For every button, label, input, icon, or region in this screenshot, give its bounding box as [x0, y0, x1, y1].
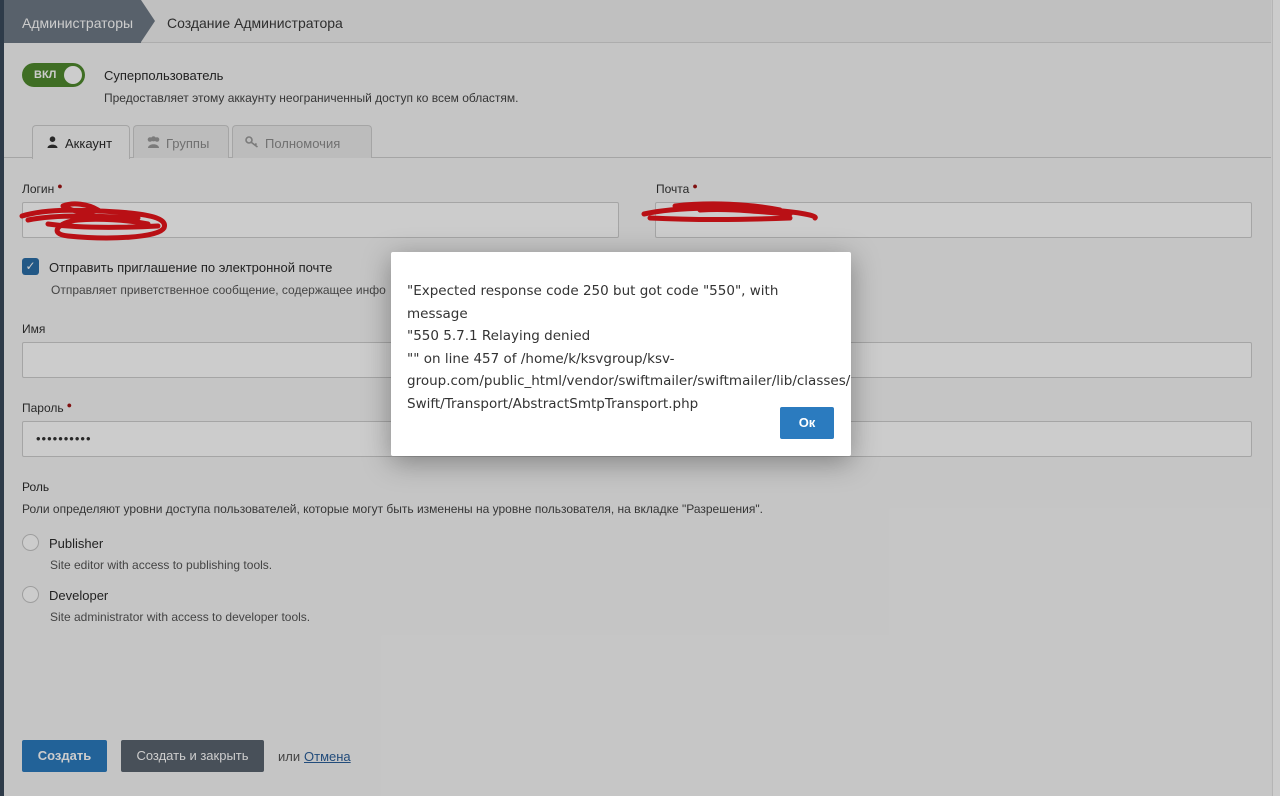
ok-button[interactable]: Ок: [780, 407, 834, 439]
error-dialog: "Expected response code 250 but got code…: [391, 252, 851, 456]
error-message: "Expected response code 250 but got code…: [407, 283, 851, 412]
